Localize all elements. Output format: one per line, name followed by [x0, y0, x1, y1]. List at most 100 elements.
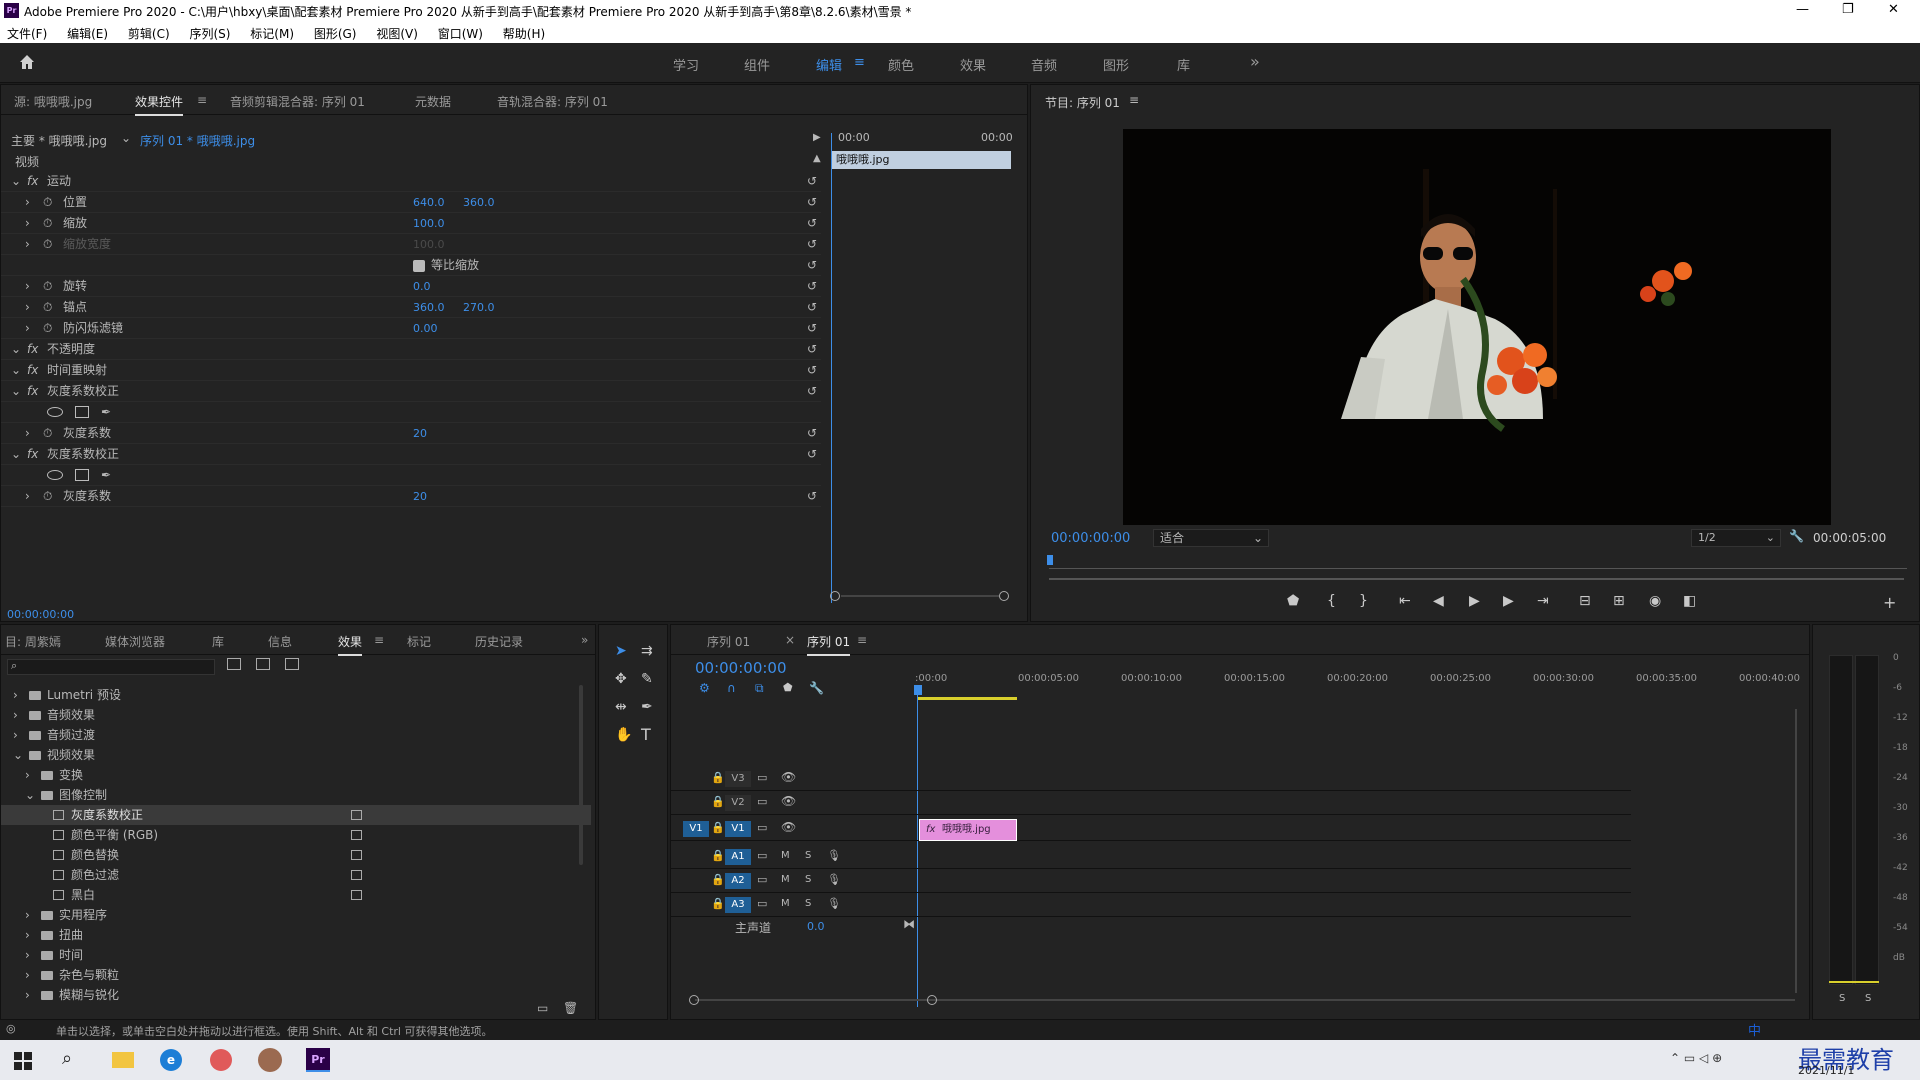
- mark-out-icon[interactable]: }: [1359, 593, 1368, 609]
- track-target[interactable]: V2: [725, 795, 751, 811]
- video-track[interactable]: V1 🔒 V1 ▭ 👁: [671, 817, 1631, 841]
- lock-icon[interactable]: 🔒: [711, 849, 725, 862]
- workspace-color[interactable]: 颜色: [888, 55, 914, 74]
- property-value-2[interactable]: 360.0: [463, 192, 495, 213]
- property-value-1[interactable]: 100.0: [413, 234, 445, 255]
- stopwatch-icon[interactable]: ⏱: [43, 192, 52, 213]
- chevron-right-icon[interactable]: ›: [13, 685, 18, 705]
- expand-chevron-icon[interactable]: ⌄: [11, 171, 21, 192]
- effect-folder[interactable]: › 杂色与颗粒: [1, 965, 591, 985]
- premiere-taskbar-icon[interactable]: Pr: [306, 1048, 330, 1072]
- add-marker-icon[interactable]: ⬟: [1287, 593, 1299, 609]
- workspace-editing[interactable]: 编辑: [816, 55, 842, 74]
- pen-tool-icon[interactable]: ✒: [641, 699, 653, 715]
- chevron-down-icon[interactable]: ⌄: [25, 785, 35, 805]
- solo-button[interactable]: S: [805, 874, 811, 885]
- nest-icon[interactable]: ⚙: [699, 681, 710, 695]
- reset-icon[interactable]: ↺: [807, 255, 817, 276]
- effect-folder[interactable]: › 音频过渡: [1, 725, 591, 745]
- sync-lock-icon[interactable]: ▭: [757, 873, 767, 886]
- lock-icon[interactable]: 🔒: [711, 771, 725, 784]
- menu-view[interactable]: 视图(V): [376, 27, 418, 41]
- lock-icon[interactable]: 🔒: [711, 795, 725, 808]
- solo-button[interactable]: S: [805, 850, 811, 861]
- track-target[interactable]: A2: [725, 873, 751, 889]
- effect-item[interactable]: 灰度系数校正: [1, 805, 591, 825]
- reset-icon[interactable]: ↺: [807, 381, 817, 402]
- tab-markers[interactable]: 标记: [407, 633, 431, 650]
- program-time-ruler[interactable]: [1049, 557, 1907, 569]
- reset-icon[interactable]: ↺: [807, 360, 817, 381]
- new-bin-icon[interactable]: ▭: [537, 1001, 548, 1015]
- effect-folder[interactable]: ⌄ 视频效果: [1, 745, 591, 765]
- property-value-1[interactable]: 360.0: [413, 297, 445, 318]
- extract-icon[interactable]: ⊞: [1613, 593, 1625, 609]
- track-select-tool-icon[interactable]: ⇉: [641, 643, 653, 659]
- expand-chevron-icon[interactable]: ›: [25, 234, 30, 255]
- h-scroll-left-handle[interactable]: [689, 995, 699, 1005]
- ellipse-mask-icon[interactable]: [47, 407, 63, 417]
- work-area-bar[interactable]: [917, 697, 1017, 700]
- effect-item[interactable]: 颜色替换: [1, 845, 591, 865]
- program-playhead[interactable]: [1047, 555, 1053, 565]
- home-icon[interactable]: [18, 53, 36, 71]
- reset-icon[interactable]: ↺: [807, 171, 817, 192]
- effect-property-row[interactable]: › ⏱ 位置 640.0 360.0 ↺: [1, 192, 821, 213]
- pen-mask-icon[interactable]: ✒: [101, 402, 111, 423]
- menu-sequence[interactable]: 序列(S): [189, 27, 230, 41]
- master-track-value[interactable]: 0.0: [807, 920, 825, 933]
- stopwatch-icon[interactable]: ⏱: [43, 486, 52, 507]
- stopwatch-icon[interactable]: ⏱: [43, 318, 52, 339]
- razor-tool-icon[interactable]: ✎: [641, 671, 653, 687]
- stopwatch-icon[interactable]: ⏱: [43, 423, 52, 444]
- expand-chevron-icon[interactable]: ›: [25, 276, 30, 297]
- effect-folder[interactable]: › 实用程序: [1, 905, 591, 925]
- tab-history[interactable]: 历史记录: [475, 633, 523, 650]
- reset-icon[interactable]: ↺: [807, 234, 817, 255]
- ripple-edit-tool-icon[interactable]: ✥: [615, 671, 627, 687]
- chevron-right-icon[interactable]: ›: [25, 985, 30, 1005]
- rectangle-mask-icon[interactable]: [75, 406, 89, 418]
- timeline-v-scrollbar[interactable]: [1795, 709, 1797, 993]
- sync-lock-icon[interactable]: ▭: [757, 897, 767, 910]
- tab-media-browser[interactable]: 媒体浏览器: [105, 633, 165, 650]
- mute-button[interactable]: M: [781, 874, 790, 885]
- tab-menu-icon[interactable]: ≡: [197, 93, 207, 107]
- tab-libraries[interactable]: 库: [212, 633, 224, 650]
- scroll-right-handle[interactable]: [999, 591, 1009, 601]
- expand-chevron-icon[interactable]: ›: [25, 318, 30, 339]
- sync-lock-icon[interactable]: ▭: [757, 795, 767, 808]
- microphone-icon[interactable]: 🎙: [827, 897, 841, 910]
- workspace-menu-icon[interactable]: ≡: [854, 55, 865, 70]
- step-forward-icon[interactable]: ▶: [1503, 593, 1514, 609]
- tab-effect-controls[interactable]: 效果控件: [135, 93, 184, 116]
- fx-icon[interactable]: fx: [27, 360, 38, 381]
- expand-chevron-icon[interactable]: ›: [25, 213, 30, 234]
- delete-icon[interactable]: 🗑: [563, 1001, 578, 1015]
- expand-chevron-icon[interactable]: ›: [25, 486, 30, 507]
- photo-app-icon[interactable]: [258, 1048, 282, 1072]
- file-explorer-icon[interactable]: [112, 1052, 134, 1068]
- audio-track[interactable]: 🔒 A1 ▭ M S 🎙: [671, 845, 1631, 869]
- property-value-1[interactable]: 0.00: [413, 318, 438, 339]
- stopwatch-icon[interactable]: ⏱: [43, 297, 52, 318]
- video-track[interactable]: 🔒 V2 ▭ 👁: [671, 791, 1631, 815]
- wrench-icon[interactable]: 🔧: [1789, 529, 1804, 543]
- menu-edit[interactable]: 编辑(E): [67, 27, 108, 41]
- chevron-down-icon[interactable]: ⌄: [121, 131, 131, 145]
- tab-effects[interactable]: 效果: [338, 633, 363, 656]
- menu-clip[interactable]: 剪辑(C): [128, 27, 170, 41]
- accelerated-effects-icon[interactable]: [227, 658, 241, 670]
- effect-folder[interactable]: › 模糊与锐化: [1, 985, 591, 1005]
- rectangle-mask-icon[interactable]: [75, 469, 89, 481]
- property-value-1[interactable]: 20: [413, 423, 427, 444]
- play-icon[interactable]: ▶: [1469, 593, 1480, 609]
- chevron-right-icon[interactable]: ›: [13, 725, 18, 745]
- property-value-1[interactable]: 100.0: [413, 213, 445, 234]
- effect-group-row[interactable]: ⌄ fx 运动 ↺: [1, 171, 821, 192]
- solo-button[interactable]: S: [805, 898, 811, 909]
- chevron-right-icon[interactable]: ›: [25, 945, 30, 965]
- uniform-scale-checkbox[interactable]: [413, 260, 425, 272]
- chevron-right-icon[interactable]: ›: [25, 965, 30, 985]
- effect-property-row[interactable]: 等比缩放 ↺: [1, 255, 821, 276]
